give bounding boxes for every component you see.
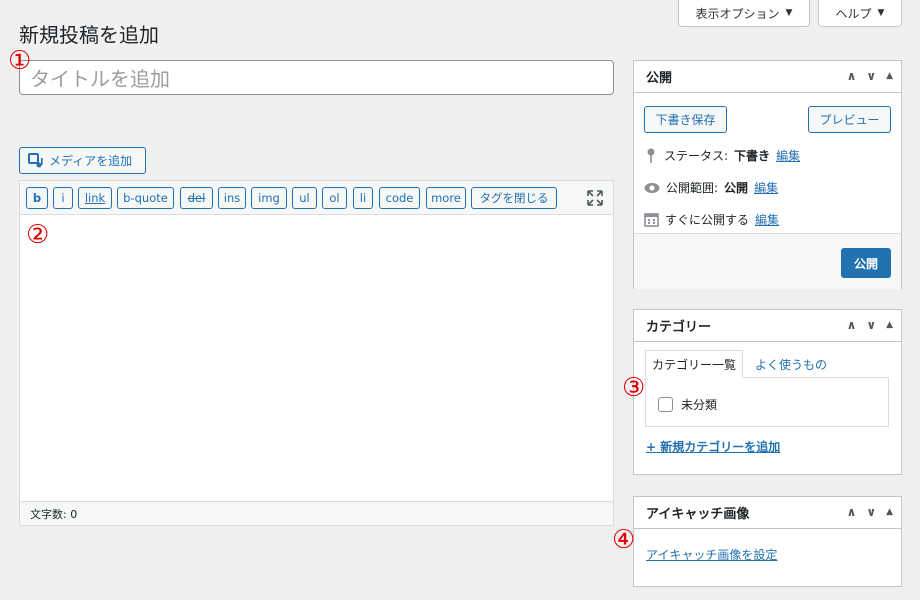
save-draft-button[interactable]: 下書き保存 (644, 106, 727, 133)
move-down-icon[interactable]: ∨ (866, 505, 876, 519)
collapse-icon[interactable]: ▲ (886, 320, 893, 332)
move-up-icon[interactable]: ∧ (847, 69, 857, 83)
category-box-title: カテゴリー (646, 320, 712, 335)
marker-3: ③ (622, 373, 646, 403)
text-editor[interactable]: b i link b-quote del ins img ul ol li co… (19, 180, 614, 526)
quicktags-toolbar: b i link b-quote del ins img ul ol li co… (20, 181, 613, 215)
publish-box: 公開 ∧ ∨ ▲ 下書き保存 プレビュー ステータス: 下書き 編集 公開範囲:… (633, 60, 902, 289)
qt-close-tags-button[interactable]: タグを閉じる (471, 187, 557, 209)
qt-italic-button[interactable]: i (53, 187, 73, 209)
collapse-icon[interactable]: ▲ (886, 71, 893, 83)
schedule-label: すぐに公開する (665, 213, 750, 227)
qt-ins-button[interactable]: ins (218, 187, 246, 209)
eye-icon (644, 182, 660, 193)
category-box-header: カテゴリー ∧ ∨ ▲ (634, 310, 901, 342)
category-item-label: 未分類 (681, 398, 718, 412)
calendar-icon (644, 213, 659, 227)
qt-bquote-button[interactable]: b-quote (117, 187, 174, 209)
screen-options-label: 表示オプション (695, 6, 780, 21)
publish-button[interactable]: 公開 (841, 248, 891, 278)
thumbnail-box-title: アイキャッチ画像 (646, 507, 750, 522)
status-label: ステータス: (664, 149, 729, 163)
status-value: 下書き (734, 149, 771, 163)
qt-del-button[interactable]: del (180, 187, 213, 209)
status-row: ステータス: 下書き 編集 (644, 147, 800, 164)
schedule-row: すぐに公開する 編集 (644, 211, 779, 228)
qt-code-button[interactable]: code (379, 187, 420, 209)
add-category-link[interactable]: + 新規カテゴリーを追加 (646, 438, 780, 455)
qt-ol-button[interactable]: ol (322, 187, 347, 209)
visibility-row: 公開範囲: 公開 編集 (644, 179, 778, 196)
thumbnail-box: アイキャッチ画像 ∧ ∨ ▲ (633, 496, 902, 587)
title-placeholder: タイトルを追加 (30, 67, 170, 91)
publish-box-header: 公開 ∧ ∨ ▲ (634, 61, 901, 93)
add-media-button[interactable]: メディアを追加 (19, 147, 146, 174)
category-item[interactable]: 未分類 (658, 396, 717, 413)
qt-li-button[interactable]: li (353, 187, 373, 209)
schedule-edit-link[interactable]: 編集 (755, 211, 779, 228)
media-icon (28, 152, 43, 167)
word-count: 文字数: 0 (20, 501, 613, 525)
visibility-edit-link[interactable]: 編集 (754, 179, 778, 196)
tab-all-categories[interactable]: カテゴリー一覧 (645, 350, 744, 378)
visibility-label: 公開範囲: (666, 181, 719, 195)
set-thumbnail-link[interactable]: アイキャッチ画像を設定 (646, 546, 777, 563)
publish-actions: 公開 (634, 233, 901, 289)
move-down-icon[interactable]: ∨ (866, 318, 876, 332)
fullscreen-icon[interactable] (587, 190, 603, 206)
collapse-icon[interactable]: ▲ (886, 507, 893, 519)
marker-4: ④ (612, 525, 636, 555)
qt-more-button[interactable]: more (426, 187, 466, 209)
screen-options-button[interactable]: 表示オプション ▼ (678, 0, 810, 27)
visibility-value: 公開 (724, 181, 749, 195)
marker-2: ② (26, 220, 50, 250)
post-title-input[interactable]: タイトルを追加 (19, 60, 614, 95)
qt-img-button[interactable]: img (251, 187, 287, 209)
help-button[interactable]: ヘルプ ▼ (818, 0, 902, 27)
category-list: 未分類 (645, 377, 889, 427)
pin-icon (647, 148, 655, 163)
publish-box-title: 公開 (646, 71, 673, 86)
help-label: ヘルプ (835, 6, 872, 21)
qt-bold-button[interactable]: b (26, 187, 48, 209)
add-media-label: メディアを追加 (49, 154, 133, 168)
tab-popular-categories[interactable]: よく使うもの (749, 350, 833, 378)
qt-ul-button[interactable]: ul (292, 187, 317, 209)
preview-button[interactable]: プレビュー (808, 106, 891, 133)
move-down-icon[interactable]: ∨ (866, 69, 876, 83)
category-checkbox[interactable] (658, 397, 673, 412)
page-title: 新規投稿を追加 (19, 23, 159, 47)
qt-link-button[interactable]: link (78, 187, 112, 209)
status-edit-link[interactable]: 編集 (776, 147, 800, 164)
thumbnail-box-header: アイキャッチ画像 ∧ ∨ ▲ (634, 497, 901, 529)
marker-1: ① (8, 46, 32, 76)
move-up-icon[interactable]: ∧ (847, 318, 857, 332)
chevron-down-icon: ▼ (877, 8, 885, 18)
move-up-icon[interactable]: ∧ (847, 505, 857, 519)
chevron-down-icon: ▼ (785, 8, 793, 18)
